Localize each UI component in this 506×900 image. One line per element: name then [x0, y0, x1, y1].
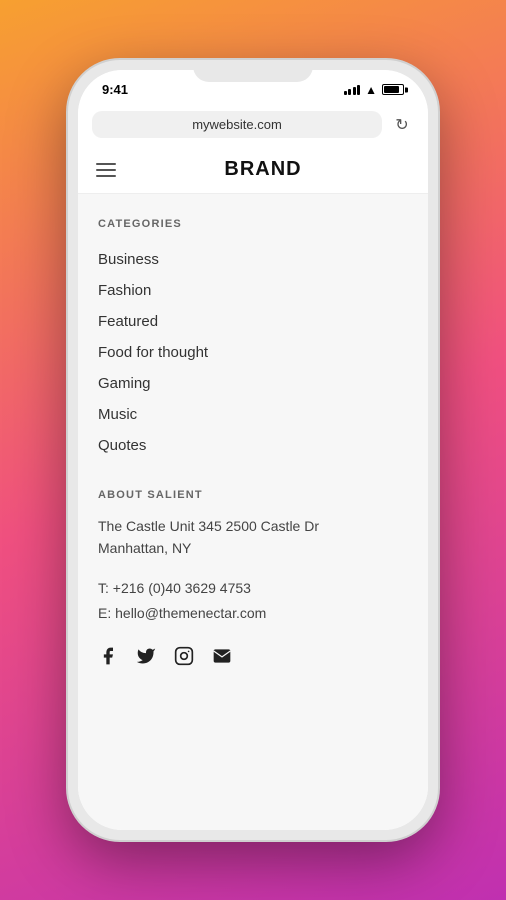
category-item-featured[interactable]: Featured	[98, 306, 408, 337]
about-section-title: ABOUT SALIENT	[98, 489, 408, 501]
instagram-icon[interactable]	[174, 646, 194, 672]
email-address: E: hello@themenectar.com	[98, 601, 408, 626]
address-block: The Castle Unit 345 2500 Castle Dr Manha…	[98, 515, 408, 560]
category-item-quotes[interactable]: Quotes	[98, 430, 408, 461]
categories-section: CATEGORIES Business Fashion Featured Foo…	[98, 218, 408, 461]
phone-number: T: +216 (0)40 3629 4753	[98, 576, 408, 601]
address-line2: Manhattan, NY	[98, 537, 408, 559]
hamburger-menu-button[interactable]	[96, 163, 116, 177]
phone-screen: 9:41 ▲ mywebsite.com ↻ BRAND	[78, 70, 428, 830]
phone-frame: 9:41 ▲ mywebsite.com ↻ BRAND	[68, 60, 438, 840]
category-item-fashion[interactable]: Fashion	[98, 275, 408, 306]
category-item-food[interactable]: Food for thought	[98, 337, 408, 368]
brand-logo: BRAND	[116, 158, 410, 181]
battery-icon	[382, 84, 404, 95]
signal-bars-icon	[344, 85, 361, 95]
twitter-icon[interactable]	[136, 646, 156, 672]
category-item-business[interactable]: Business	[98, 244, 408, 275]
category-item-music[interactable]: Music	[98, 399, 408, 430]
url-bar[interactable]: mywebsite.com	[92, 111, 382, 138]
mail-icon[interactable]	[212, 646, 232, 672]
social-icons-bar	[98, 646, 408, 672]
categories-section-title: CATEGORIES	[98, 218, 408, 230]
facebook-icon[interactable]	[98, 646, 118, 672]
about-section: ABOUT SALIENT The Castle Unit 345 2500 C…	[98, 489, 408, 672]
status-time: 9:41	[102, 82, 128, 97]
notch	[193, 60, 313, 82]
page-content: CATEGORIES Business Fashion Featured Foo…	[78, 194, 428, 830]
status-icons: ▲	[344, 83, 404, 97]
browser-bar: mywebsite.com ↻	[78, 103, 428, 146]
category-item-gaming[interactable]: Gaming	[98, 368, 408, 399]
address-line1: The Castle Unit 345 2500 Castle Dr	[98, 515, 408, 537]
contact-block: T: +216 (0)40 3629 4753 E: hello@themene…	[98, 576, 408, 626]
nav-bar: BRAND	[78, 146, 428, 194]
wifi-icon: ▲	[365, 83, 377, 97]
refresh-button[interactable]: ↻	[390, 113, 414, 137]
